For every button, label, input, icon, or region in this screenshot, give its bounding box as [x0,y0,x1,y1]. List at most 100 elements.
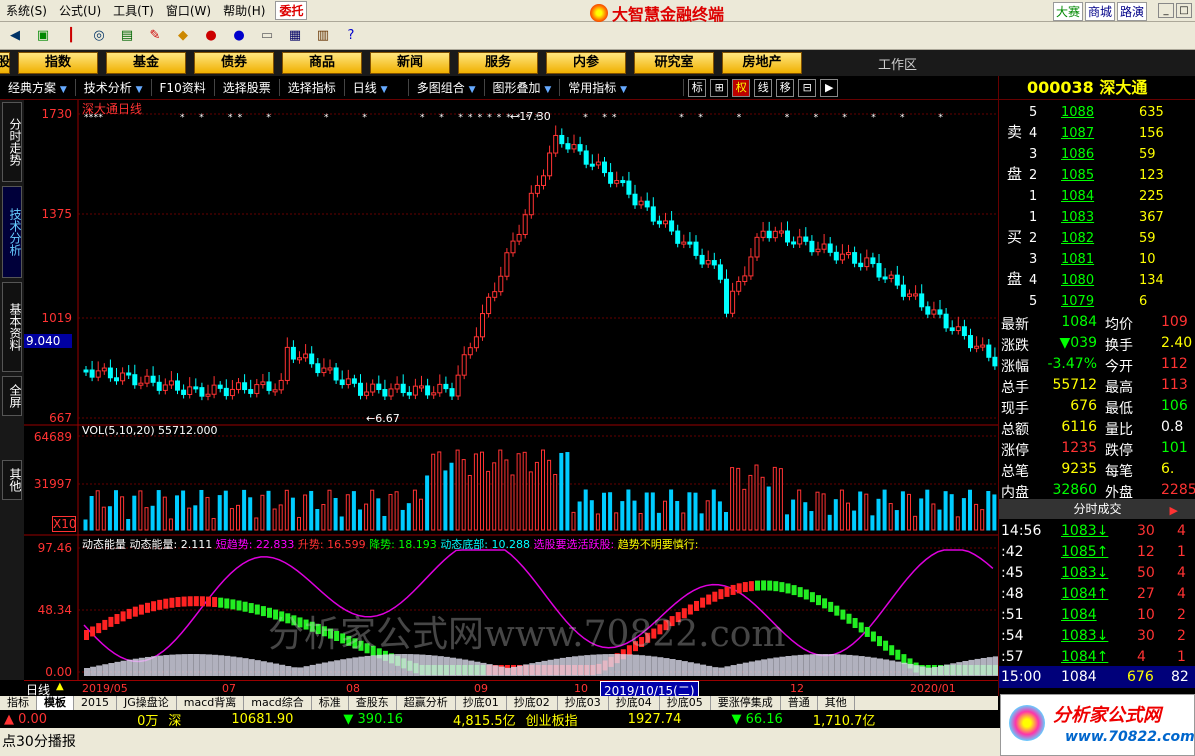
ticker-drop: ▼ 390.16 [343,711,404,727]
tab-fundamentals[interactable]: 基本资料 [2,282,22,372]
diamond-icon[interactable]: ◆ [172,26,194,46]
kline-chart[interactable]: * * * * * * * * * * * * * * * * * * * * * * * * * * * * * * * * * * 深大通日线… [24,100,998,700]
info-icon[interactable]: ● [228,26,250,46]
roadshow-tab[interactable]: 路演 [1116,2,1147,21]
template-tab[interactable]: 抄底05 [660,696,711,710]
grid-icon[interactable]: ⊞ [710,78,729,97]
nav-research[interactable]: 研究室 [634,52,714,74]
tab-intraday[interactable]: 分时走势 [2,102,22,182]
minimize-icon[interactable]: _ [1158,3,1174,18]
orderbook-row[interactable]: 2 1082 59 [999,228,1195,249]
line-icon[interactable]: 线 [754,78,773,97]
orderbook-row[interactable]: 4 1087 156 [999,123,1195,144]
mall-tab[interactable]: 商城 [1084,2,1115,21]
template-tab[interactable]: 普通 [781,696,818,710]
tech-analysis-menu[interactable]: 技术分析 ▼ [76,79,152,96]
binoculars-icon[interactable]: ◎ [88,26,110,46]
svg-text:*: * [180,113,185,123]
mark-icon[interactable]: 标 [688,78,707,97]
maximize-icon[interactable]: □ [1176,3,1192,18]
workzone-label[interactable]: 工作区 [878,54,917,73]
help-icon[interactable]: ? [340,26,362,46]
nav-fund[interactable]: 基金 [106,52,186,74]
template-tab[interactable]: 指标 [0,696,37,710]
orderbook-row[interactable]: 1 1083 367 [999,207,1195,228]
template-tab[interactable]: 抄底03 [558,696,609,710]
template-tab[interactable]: 查股东 [349,696,397,710]
nav-commodity[interactable]: 商品 [282,52,362,74]
orderbook-row[interactable]: 1 1084 225 [999,186,1195,207]
stat-row: 涨停 1235 跌停 101 [1001,440,1188,459]
template-tab[interactable]: 抄底02 [507,696,558,710]
price-label: 667 [49,411,72,425]
period-menu[interactable]: 日线 ▼ [345,79,409,96]
books-icon[interactable]: ▥ [312,26,334,46]
nav-news[interactable]: 新闻 [370,52,450,74]
menu-tools[interactable]: 工具(T) [107,2,160,19]
x-label: 2019/05 [82,682,128,695]
scheme-menu[interactable]: 经典方案 ▼ [0,79,76,96]
template-tab[interactable]: 模板 [37,696,74,710]
nav-realestate[interactable]: 房地产 [722,52,802,74]
arrow-right-icon[interactable]: ▶ [1170,501,1178,521]
orderbook-row[interactable]: 3 1081 10 [999,249,1195,270]
template-tab[interactable]: 抄底04 [609,696,660,710]
template-tab[interactable]: 抄底01 [456,696,507,710]
template-tab[interactable]: macd背离 [177,696,245,710]
nav-index[interactable]: 指数 [18,52,98,74]
tab-technical[interactable]: 技术分析 [2,186,22,278]
ind-label: 97.46 [37,541,72,555]
template-tab[interactable]: 标准 [312,696,349,710]
orderbook-row[interactable]: 5 1088 635 [999,102,1195,123]
common-indicator-menu[interactable]: 常用指标 ▼ [560,79,685,96]
template-tab[interactable]: 2015 [74,696,117,710]
f10-button[interactable]: F10资料 [152,79,215,96]
x-axis: 日线 ▲ 2019/05 07 08 09 10 2019/10/15(二) 1… [24,680,998,700]
orderbook-row[interactable]: 2 1085 123 [999,165,1195,186]
f10-icon[interactable]: ● [200,26,222,46]
edit-icon[interactable]: ✎ [144,26,166,46]
template-tab[interactable]: macd综合 [244,696,312,710]
rights-icon[interactable]: 权 [732,78,751,97]
svg-text:*: * [228,113,233,123]
indicator-header: 动态能量 动态能量: 2.111 短趋势: 22.833 升势: 16.599 … [82,538,699,551]
menu-help[interactable]: 帮助(H) [217,2,271,19]
bars-icon[interactable]: ┃ [60,26,82,46]
chart-title: 深大通日线 [82,102,143,116]
orderbook-row[interactable]: 3 1086 59 [999,144,1195,165]
nav-stock[interactable]: 股 [0,52,10,74]
select-stock-button[interactable]: 选择股票 [215,79,280,96]
orderbook-row[interactable]: 5 1079 6 [999,291,1195,312]
menu-window[interactable]: 窗口(W) [160,2,217,19]
tab-other[interactable]: 其他 [2,460,22,500]
tab-fullscreen[interactable]: 全屏 [2,376,22,416]
nav-insider[interactable]: 内参 [546,52,626,74]
overlay-menu[interactable]: 图形叠加 ▼ [485,79,561,96]
template-tab[interactable]: 要涨停集成 [711,696,781,710]
print-icon[interactable]: ▭ [256,26,278,46]
template-tab[interactable]: 超赢分析 [397,696,456,710]
nav-service[interactable]: 服务 [458,52,538,74]
window-restore-icon[interactable]: ⊟ [798,78,817,97]
move-icon[interactable]: 移 [776,78,795,97]
orderbook-row[interactable]: 4 1080 134 [999,270,1195,291]
back-icon[interactable]: ◀ [4,26,26,46]
contest-tab[interactable]: 大赛 [1052,2,1083,21]
nav-bond[interactable]: 债券 [194,52,274,74]
watermark: 分析家公式网www.70822.com [268,614,786,655]
window-icon[interactable]: ▦ [284,26,306,46]
multi-chart-menu[interactable]: 多图组合 ▼ [409,79,485,96]
menu-formula[interactable]: 公式(U) [53,2,107,19]
menu-system[interactable]: 系统(S) [0,2,53,19]
svg-text:*: * [785,113,790,123]
template-tab[interactable]: 其他 [818,696,855,710]
template-tab[interactable]: JG操盘论 [117,696,177,710]
period-arrow-icon[interactable]: ▲ [56,681,64,692]
chart-icon[interactable]: ▤ [116,26,138,46]
flag-icon[interactable]: ▣ [32,26,54,46]
stat-row: 内盘 32860 外盘 2285 [1001,482,1195,501]
order-button[interactable]: 委托 [275,1,308,20]
analysis-toolbar: 经典方案 ▼ 技术分析 ▼ F10资料 选择股票 选择指标 日线 ▼ 多图组合 … [0,76,1000,100]
select-indicator-button[interactable]: 选择指标 [280,79,345,96]
play-icon[interactable]: ▶ [820,78,839,97]
